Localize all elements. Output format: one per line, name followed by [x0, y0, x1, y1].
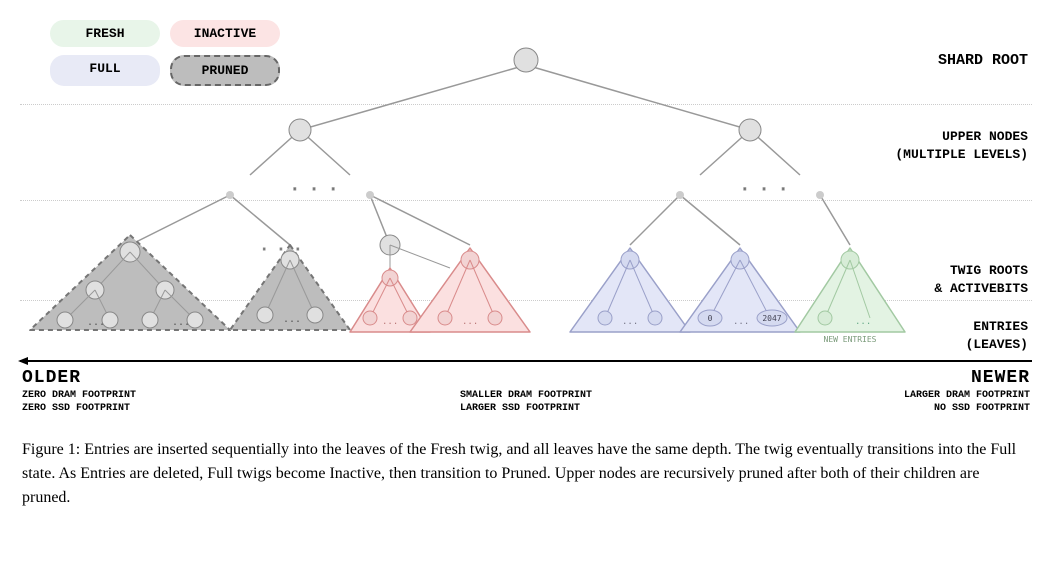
- svg-text:. . .: . . .: [290, 177, 338, 195]
- newer-title: NEWER: [904, 368, 1030, 388]
- svg-text:. . .: . . .: [740, 177, 788, 195]
- svg-text:...: ...: [855, 317, 871, 327]
- svg-text:...: ...: [382, 317, 398, 327]
- twig-pruned-large: ... ...: [30, 235, 230, 330]
- svg-text:...: ...: [87, 317, 105, 328]
- edges: [130, 65, 850, 245]
- twig-inactive-2: ...: [410, 248, 530, 332]
- twig-fresh: ... NEW ENTRIES: [795, 248, 905, 344]
- svg-text:...: ...: [462, 317, 478, 327]
- svg-text:...: ...: [622, 317, 638, 327]
- twig-full-2: 0 2047 ...: [680, 248, 800, 332]
- tree-diagram: ... ... ... ... ...: [0, 0, 1052, 380]
- full-leaf-max: 2047: [762, 314, 781, 323]
- svg-text:...: ...: [733, 317, 749, 327]
- older-line1: ZERO DRAM FOOTPRINT: [22, 390, 136, 401]
- timeline-older: OLDER ZERO DRAM FOOTPRINT ZERO SSD FOOTP…: [22, 368, 136, 414]
- full-leaf-min: 0: [708, 314, 713, 323]
- twig-full-1: ...: [570, 248, 690, 332]
- figure-caption: Figure 1: Entries are inserted sequentia…: [22, 438, 1030, 510]
- timeline-newer: NEWER LARGER DRAM FOOTPRINT NO SSD FOOTP…: [904, 368, 1030, 414]
- newer-line2: NO SSD FOOTPRINT: [904, 403, 1030, 414]
- timeline-arrow: [20, 360, 1032, 362]
- new-entries-label: NEW ENTRIES: [824, 335, 877, 344]
- older-line2: ZERO SSD FOOTPRINT: [22, 403, 136, 414]
- mid-line1: SMALLER DRAM FOOTPRINT: [460, 390, 592, 401]
- upper-nodes: . . . . . . . . .: [226, 48, 824, 255]
- shard-root-node: [514, 48, 538, 72]
- mid-line2: LARGER SSD FOOTPRINT: [460, 403, 592, 414]
- svg-text:...: ...: [172, 317, 190, 328]
- timeline-mid: SMALLER DRAM FOOTPRINT LARGER SSD FOOTPR…: [460, 388, 592, 414]
- twig-pruned-small: ...: [230, 245, 350, 330]
- svg-text:...: ...: [283, 314, 301, 325]
- older-title: OLDER: [22, 368, 136, 388]
- newer-line1: LARGER DRAM FOOTPRINT: [904, 390, 1030, 401]
- svg-text:. . .: . . .: [260, 239, 302, 255]
